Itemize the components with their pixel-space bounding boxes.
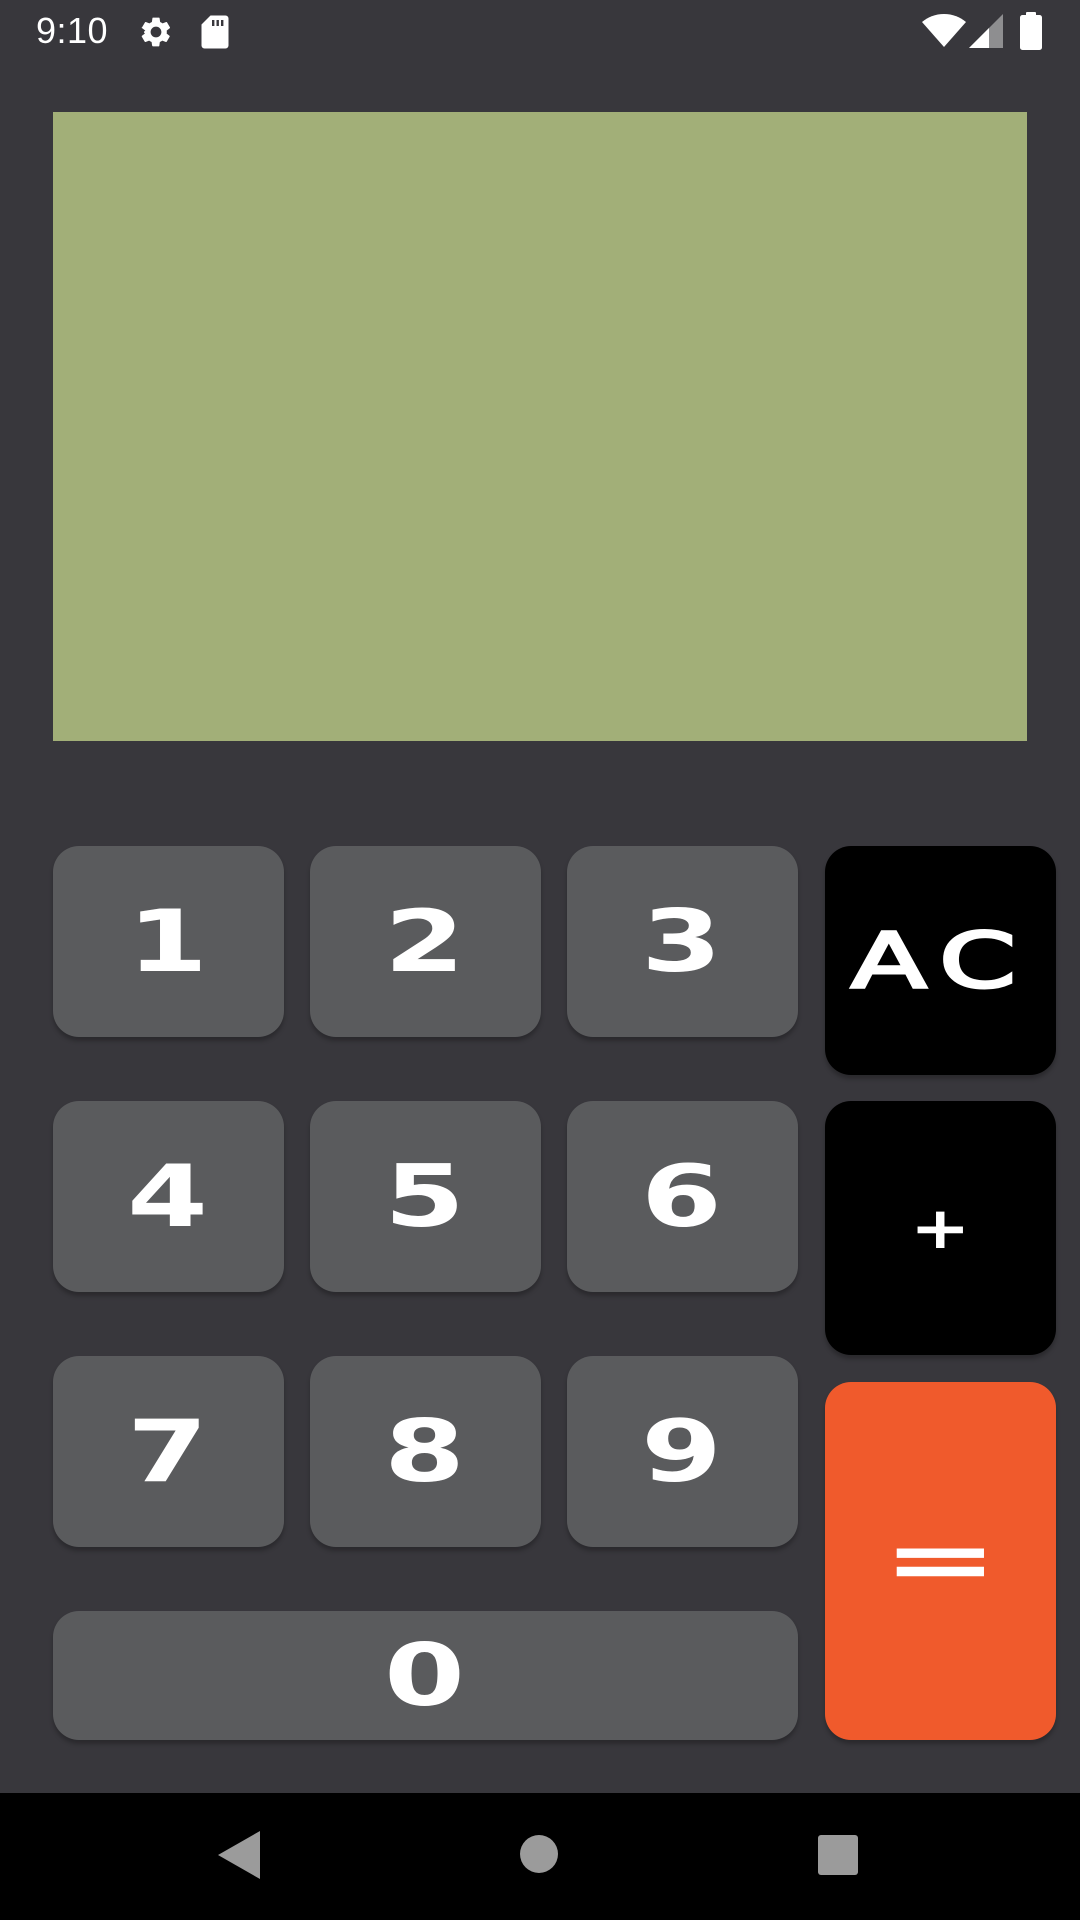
all-clear-button[interactable]: AC	[825, 846, 1056, 1075]
wifi-icon	[922, 14, 966, 47]
status-bar: 9:10	[0, 0, 1080, 63]
key-7[interactable]: 7	[53, 1356, 284, 1547]
key-5[interactable]: 5	[310, 1101, 541, 1292]
back-icon[interactable]	[218, 1831, 260, 1879]
all-clear-label: AC	[849, 915, 1031, 1005]
key-4[interactable]: 4	[53, 1101, 284, 1292]
key-0[interactable]: 0	[53, 1611, 798, 1740]
key-9-label: 9	[640, 1401, 725, 1502]
status-time: 9:10	[36, 10, 109, 51]
sd-card-icon	[201, 15, 229, 49]
key-1-label: 1	[126, 891, 211, 992]
calculator-display	[53, 112, 1027, 741]
gear-icon	[141, 17, 171, 47]
key-6-label: 6	[640, 1146, 725, 1247]
key-0-label: 0	[383, 1625, 468, 1726]
navigation-bar	[0, 1793, 1080, 1920]
battery-icon	[1020, 12, 1042, 50]
key-9[interactable]: 9	[567, 1356, 798, 1547]
signal-icon	[969, 14, 1003, 48]
key-4-label: 4	[126, 1146, 211, 1247]
home-icon[interactable]	[520, 1835, 558, 1873]
key-1[interactable]: 1	[53, 846, 284, 1037]
plus-label: +	[910, 1194, 971, 1262]
key-3-label: 3	[640, 891, 725, 992]
key-2[interactable]: 2	[310, 846, 541, 1037]
calculator-screen: 9:10 1 2 3 AC 4 5 6 + 7 8 9 = 0	[0, 0, 1080, 1920]
equals-label: =	[882, 1513, 999, 1608]
key-8[interactable]: 8	[310, 1356, 541, 1547]
key-6[interactable]: 6	[567, 1101, 798, 1292]
plus-button[interactable]: +	[825, 1101, 1056, 1355]
key-5-label: 5	[383, 1146, 468, 1247]
key-2-label: 2	[383, 891, 468, 992]
key-3[interactable]: 3	[567, 846, 798, 1037]
recents-icon[interactable]	[818, 1835, 858, 1875]
key-8-label: 8	[383, 1401, 468, 1502]
key-7-label: 7	[126, 1401, 211, 1502]
equals-button[interactable]: =	[825, 1382, 1056, 1740]
